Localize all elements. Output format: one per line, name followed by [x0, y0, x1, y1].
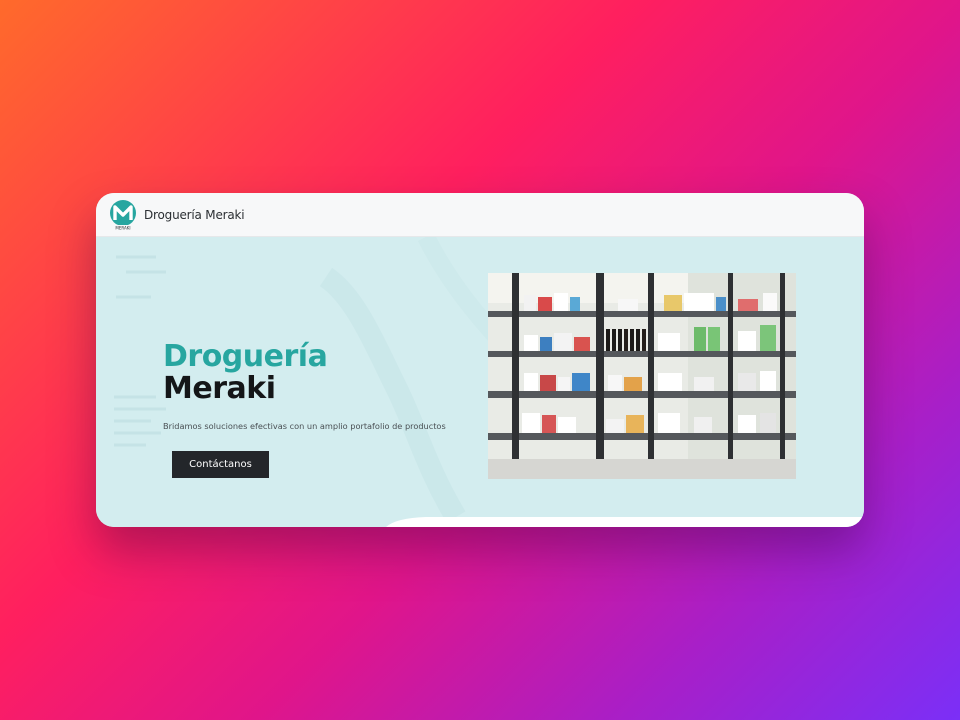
- browser-window: MERAKI Droguería Meraki Droguería Meraki…: [96, 193, 864, 527]
- navbar: MERAKI Droguería Meraki: [96, 193, 864, 237]
- hero-subtitle: Bridamos soluciones efectivas con un amp…: [163, 421, 446, 431]
- logo-caption: MERAKI: [115, 225, 130, 230]
- hero-bottom-curve: [386, 517, 864, 527]
- hero-section: Droguería Meraki Bridamos soluciones efe…: [96, 237, 864, 527]
- hero-title-line2: Meraki: [163, 371, 276, 406]
- contact-button[interactable]: Contáctanos: [172, 451, 269, 478]
- brand-name[interactable]: Droguería Meraki: [144, 208, 245, 222]
- hero-title-line1: Droguería: [163, 339, 328, 374]
- pharmacy-shelves-photo: [488, 273, 796, 479]
- hero-title: Droguería Meraki: [163, 339, 328, 406]
- meraki-logo-icon[interactable]: MERAKI: [107, 199, 139, 231]
- pharmacy-shelves-image: [488, 273, 796, 479]
